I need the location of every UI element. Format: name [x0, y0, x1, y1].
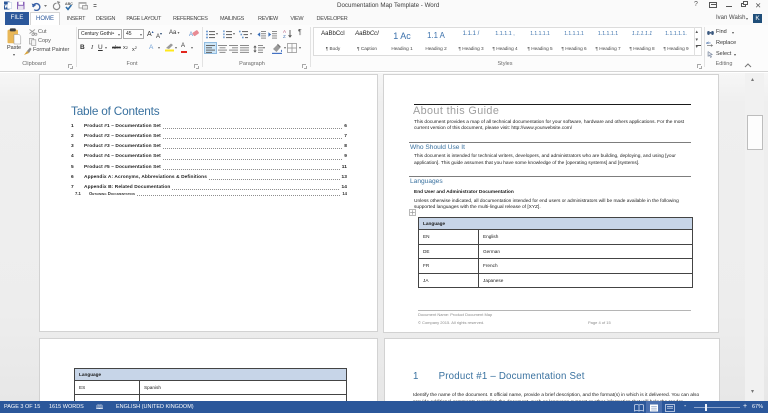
svg-text:A: A — [189, 32, 193, 38]
svg-text:ab: ab — [706, 40, 711, 45]
svg-text:Z: Z — [283, 34, 286, 39]
svg-text:ABC: ABC — [65, 2, 73, 6]
